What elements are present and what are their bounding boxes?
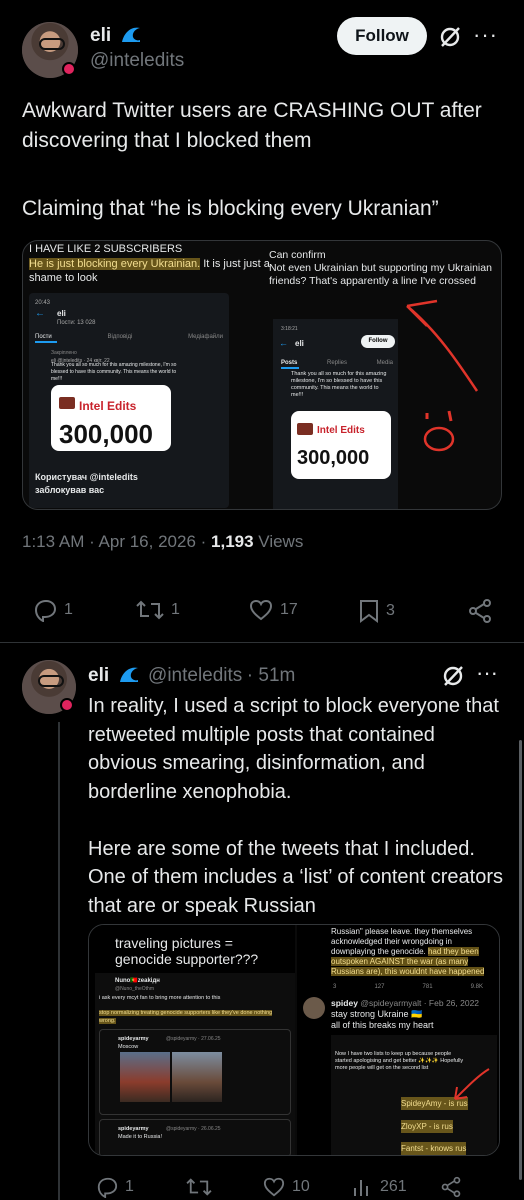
right-tweet-text: Thank you all so much for this amazing m… (291, 371, 387, 398)
section-divider (0, 642, 524, 643)
reply-views-count: 261 (380, 1178, 407, 1195)
reply-count: 1 (64, 601, 73, 618)
like-icon (263, 1177, 285, 1197)
left-tweet-text: Thank you all so much for this amazing m… (51, 362, 177, 382)
reply-reply-count: 1 (125, 1178, 134, 1195)
repost-count: 1 (171, 601, 180, 618)
tweet1-highlight: stop normalizing treating genocide suppo… (99, 1010, 273, 1024)
left-highlight: He is just blocking every Ukrainian. (29, 258, 201, 270)
reply-like-button[interactable]: 10 (262, 1176, 310, 1198)
author-handle[interactable]: @inteledits (90, 50, 184, 72)
repost-icon (136, 600, 164, 620)
reply-text: In reality, I used a script to block eve… (88, 695, 504, 917)
reply-icon (34, 599, 57, 622)
right-list-intro: Now I have two lists to keep up because … (335, 1051, 464, 1071)
post-media-image[interactable]: I HAVE LIKE 2 SUBSCRIBERS He is just blo… (22, 240, 502, 510)
left-card-300k: Intel Edits 300,000 (51, 385, 171, 451)
like-icon (249, 599, 273, 621)
reply-views-button[interactable]: 261 (352, 1176, 407, 1198)
author-name[interactable]: eli (90, 25, 111, 46)
right-card-300k: Intel Edits 300,000 (291, 411, 391, 479)
timestamp[interactable]: 1:13 AM · Apr 16, 2026 · (22, 532, 211, 551)
tweet3-text: Made it to Russia! (118, 1134, 163, 1140)
scrollbar[interactable] (519, 740, 522, 1180)
list-item-1: ZloyXP - is rus (401, 1120, 453, 1133)
grok-icon[interactable] (440, 663, 466, 689)
right-status-time: 3:18:21 (281, 326, 298, 332)
left-blocked-line2: заблокував вас (35, 485, 105, 495)
reply-icon (97, 1177, 118, 1198)
right-text: Can confirm Not even Ukrainian but suppo… (269, 249, 492, 287)
right-tweet-name: spidey (331, 998, 358, 1008)
wave-icon (121, 27, 140, 42)
reply-author-handle[interactable]: @inteledits (148, 665, 242, 686)
left-posts-count: Пости: 13 028 (57, 320, 96, 326)
reply-button[interactable]: 1 (32, 598, 73, 622)
right-tweet-meta: @spideyarmyalt · Feb 26, 2022 (360, 998, 480, 1008)
bookmark-count: 3 (386, 602, 395, 619)
red-annotation-drawing (406, 299, 479, 452)
reply-like-count: 10 (292, 1178, 310, 1195)
like-button[interactable]: 17 (248, 598, 298, 622)
repost-icon (186, 1178, 212, 1196)
reply-reply-button[interactable]: 1 (95, 1176, 134, 1198)
photo-moscow-2 (172, 1052, 222, 1102)
tweet3-meta: @spideyarmy · 26.06.25 (166, 1126, 221, 1132)
right-stats: 3 127 781 9.8K (333, 984, 483, 990)
left-header: I HAVE LIKE 2 SUBSCRIBERS (29, 243, 183, 255)
like-count: 17 (280, 601, 298, 618)
views-icon (354, 1180, 368, 1196)
red-arrow-annotation (454, 1068, 490, 1100)
more-icon[interactable]: ··· (476, 660, 498, 686)
reply-author-name[interactable]: eli (88, 665, 109, 686)
left-blocked-line1: Користувач @inteledits (35, 472, 138, 482)
share-icon (469, 599, 491, 623)
reply-repost-button[interactable] (185, 1176, 213, 1198)
list-item-2: Fantst - knows rus (401, 1142, 467, 1155)
reply-media-image[interactable]: traveling pictures = genocide supporter?… (88, 924, 500, 1156)
author-row: eli (90, 24, 142, 47)
reply-time[interactable]: · 51m (247, 665, 296, 686)
post-text-line2: Claiming that “he is blocking every Ukra… (22, 197, 439, 220)
left-tab-2: Медіафайли (188, 334, 223, 340)
tweet2-meta: @spideyarmy · 27.06.25 (166, 1036, 221, 1042)
left-tab-1: Відповіді (107, 334, 133, 340)
wave-icon (119, 667, 138, 682)
views-label: Views (253, 532, 304, 551)
right-tab-2: Media (376, 360, 393, 366)
spidey-avatar (303, 997, 325, 1019)
post-meta: 1:13 AM · Apr 16, 2026 · 1,193 Views (22, 532, 303, 552)
photo-moscow-1 (120, 1052, 170, 1102)
follow-button[interactable]: Follow (337, 17, 427, 55)
reply-author-row: eli @inteledits · 51m (88, 664, 295, 687)
left-caption: traveling pictures = genocide supporter?… (115, 935, 259, 967)
avatar-badge (62, 62, 76, 76)
bookmark-icon (360, 600, 378, 623)
right-tab-1: Replies (326, 360, 347, 366)
thread-line (58, 722, 60, 1200)
right-follow-button: Follow (361, 335, 395, 348)
more-icon[interactable]: ··· (473, 22, 498, 48)
share-button[interactable] (467, 598, 493, 624)
reply-avatar-badge (60, 698, 74, 712)
tweet1-text: i ask every mcyt fan to bring more atten… (99, 995, 221, 1001)
grok-icon[interactable] (437, 24, 463, 50)
share-icon (441, 1176, 461, 1198)
right-profile-name: eli (295, 339, 304, 348)
right-tweet-text: stay strong Ukraine 🇺🇦 all of this break… (331, 1009, 434, 1030)
post-text-line1: Awkward Twitter users are CRASHING OUT a… (22, 99, 488, 152)
bookmark-button[interactable]: 3 (358, 598, 395, 624)
reply-share-button[interactable] (440, 1176, 462, 1198)
views-count: 1,193 (211, 532, 254, 551)
repost-button[interactable]: 1 (135, 598, 180, 622)
